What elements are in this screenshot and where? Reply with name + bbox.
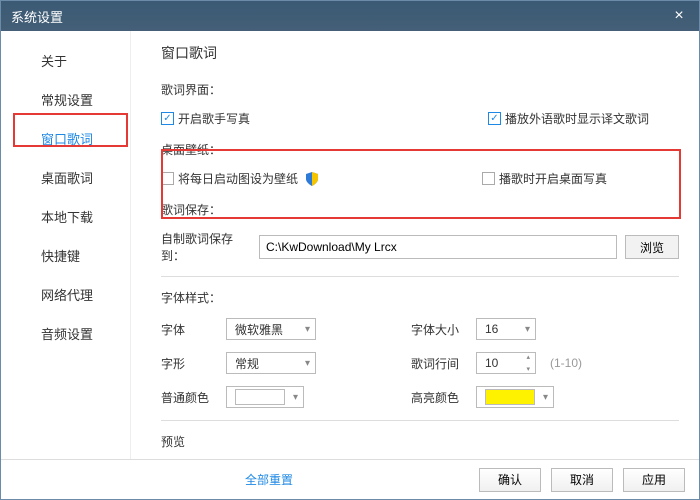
- save-path-input[interactable]: [259, 235, 617, 259]
- line-spacing-spinner[interactable]: 10: [476, 352, 536, 374]
- divider: [161, 276, 679, 277]
- sidebar-item-desktop-lyrics[interactable]: 桌面歌词: [1, 158, 130, 197]
- shield-icon: [306, 172, 318, 186]
- sidebar-item-window-lyrics[interactable]: 窗口歌词: [1, 119, 130, 158]
- normal-color-swatch: [235, 389, 285, 405]
- sidebar-item-proxy[interactable]: 网络代理: [1, 275, 130, 314]
- font-label: 字体: [161, 321, 216, 338]
- font-select[interactable]: 微软雅黑: [226, 318, 316, 340]
- sidebar-item-about[interactable]: 关于: [1, 41, 130, 80]
- sidebar-item-local-download[interactable]: 本地下载: [1, 197, 130, 236]
- cancel-button[interactable]: 取消: [551, 468, 613, 492]
- checkbox-translation[interactable]: ✓ 播放外语歌时显示译文歌词: [488, 110, 649, 127]
- checkbox-singer-photo[interactable]: ✓ 开启歌手写真: [161, 110, 250, 127]
- font-size-select[interactable]: 16: [476, 318, 536, 340]
- ok-button[interactable]: 确认: [479, 468, 541, 492]
- section-save-label: 歌词保存：: [161, 201, 679, 218]
- footer: 全部重置 确认 取消 应用: [1, 459, 699, 499]
- sidebar-item-audio[interactable]: 音频设置: [1, 314, 130, 353]
- checkbox-daily-wallpaper[interactable]: ✓ 将每日启动图设为壁纸: [161, 170, 318, 187]
- section-interface-label: 歌词界面：: [161, 81, 679, 98]
- browse-button[interactable]: 浏览: [625, 235, 679, 259]
- page-title: 窗口歌词: [161, 43, 679, 63]
- font-style-select[interactable]: 常规: [226, 352, 316, 374]
- line-spacing-hint: (1-10): [550, 356, 582, 370]
- checkmark-icon: ✓: [488, 112, 501, 125]
- sidebar-item-hotkey[interactable]: 快捷键: [1, 236, 130, 275]
- preview-label: 预览: [161, 433, 679, 450]
- highlight-color-label: 高亮颜色: [411, 389, 466, 406]
- close-icon[interactable]: ×: [669, 7, 689, 25]
- normal-color-select[interactable]: [226, 386, 304, 408]
- checkbox-label: 将每日启动图设为壁纸: [178, 170, 298, 187]
- sidebar: 关于 常规设置 窗口歌词 桌面歌词 本地下载 快捷键 网络代理 音频设置: [1, 31, 131, 459]
- section-font-label: 字体样式：: [161, 289, 679, 306]
- window-title: 系统设置: [11, 7, 63, 26]
- divider: [161, 420, 679, 421]
- sidebar-item-general[interactable]: 常规设置: [1, 80, 130, 119]
- checkbox-icon: ✓: [161, 172, 174, 185]
- section-wallpaper-label: 桌面壁纸：: [161, 141, 679, 158]
- content-panel: 窗口歌词 歌词界面： ✓ 开启歌手写真 ✓ 播放外语歌时显示译文歌词 桌面壁纸：…: [131, 31, 699, 459]
- titlebar: 系统设置 ×: [1, 1, 699, 31]
- highlight-color-swatch: [485, 389, 535, 405]
- reset-all-link[interactable]: 全部重置: [245, 471, 293, 488]
- font-size-label: 字体大小: [411, 321, 466, 338]
- line-spacing-label: 歌词行间: [411, 355, 466, 372]
- normal-color-label: 普通颜色: [161, 389, 216, 406]
- checkbox-label: 开启歌手写真: [178, 110, 250, 127]
- checkmark-icon: ✓: [161, 112, 174, 125]
- checkbox-icon: ✓: [482, 172, 495, 185]
- checkbox-play-wallpaper[interactable]: ✓ 播歌时开启桌面写真: [482, 170, 607, 187]
- font-style-label: 字形: [161, 355, 216, 372]
- save-path-label: 自制歌词保存到：: [161, 230, 251, 264]
- apply-button[interactable]: 应用: [623, 468, 685, 492]
- checkbox-label: 播歌时开启桌面写真: [499, 170, 607, 187]
- checkbox-label: 播放外语歌时显示译文歌词: [505, 110, 649, 127]
- highlight-color-select[interactable]: [476, 386, 554, 408]
